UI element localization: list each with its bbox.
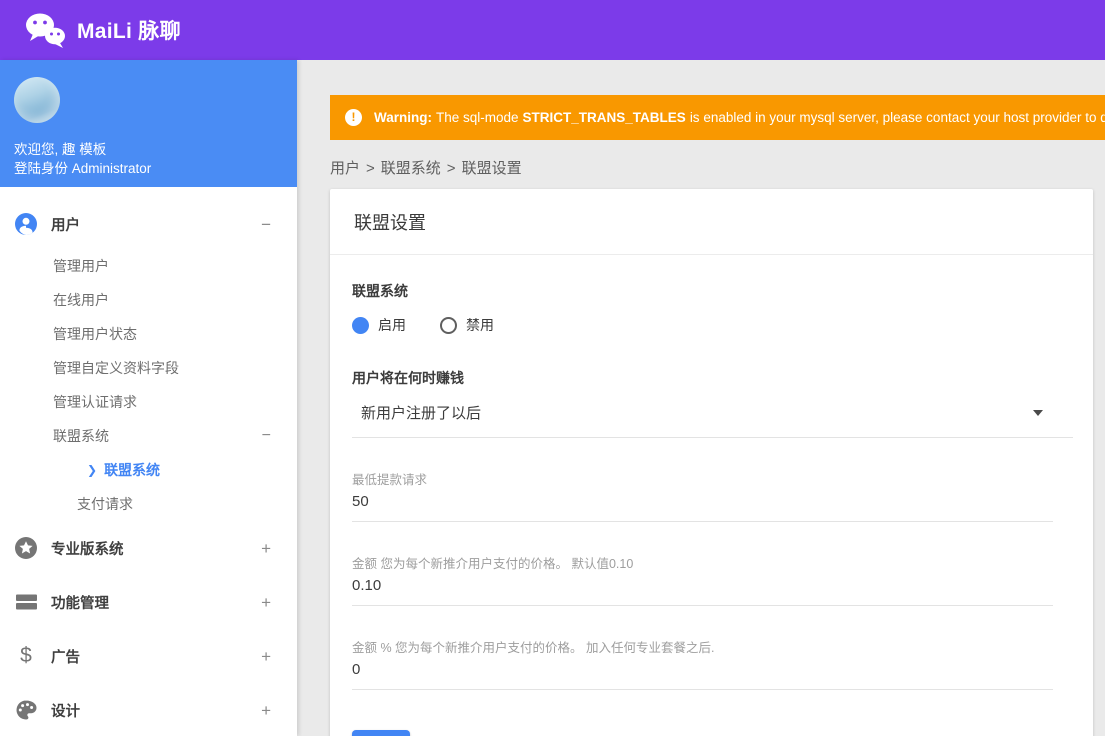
sidebar-item-design[interactable]: 设计 + [0,683,297,736]
radio-unselected-icon[interactable] [440,316,457,334]
earn-when-label: 用户将在何时赚钱 [352,370,464,386]
sidebar-item-label: 广告 [51,649,80,666]
sidebar-item-online-users[interactable]: 在线用户 [0,283,297,317]
star-circle-icon [14,536,38,560]
sidebar-item-features[interactable]: 功能管理 + [0,575,297,629]
sidebar-item-user-status[interactable]: 管理用户状态 [0,317,297,351]
sidebar-item-ads[interactable]: $ 广告 + [0,629,297,683]
radio-label: 禁用 [466,317,494,333]
wechat-logo-icon [26,13,65,48]
warning-text-end: is enabled in your mysql server, please … [689,110,1105,125]
warning-sqlmode: STRICT_TRANS_TABLES [522,110,686,125]
breadcrumb-affiliates[interactable]: 联盟系统 [381,160,441,177]
card-title: 联盟设置 [330,189,1093,255]
min-withdrawal-input[interactable] [352,488,1053,522]
app-title: MaiLi 脉聊 [77,20,181,43]
app-logo [24,12,66,48]
breadcrumb-separator: > [446,160,456,177]
palette-icon [14,698,38,722]
radio-disable[interactable]: 禁用 [440,315,494,335]
earn-when-select[interactable]: 新用户注册了以后 [352,398,1073,438]
role-text: 登陆身份 Administrator [14,161,152,176]
chevron-right-icon: ❯ [87,463,98,477]
sidebar-item-pro-system[interactable]: 专业版系统 + [0,521,297,575]
sidebar-item-label: 支付请求 [77,496,133,512]
sidebar-item-label: 管理用户状态 [53,326,137,342]
radio-label: 启用 [378,317,406,333]
sidebar-item-label: 管理认证请求 [53,394,137,410]
breadcrumb-users[interactable]: 用户 [330,160,360,177]
sidebar-menu: 用户 − 管理用户 在线用户 管理用户状态 管理自定义资料字段 管理认证请求 联… [0,187,297,736]
sidebar: 欢迎您, 趣 模板 登陆身份 Administrator 用户 − 管理用户 在… [0,60,297,736]
save-button[interactable]: 保存 [352,730,410,736]
app-header: MaiLi 脉聊 [0,0,1105,60]
welcome-text: 欢迎您, 趣 模板 [14,142,107,157]
referral-percent-label: 金额 % 您为每个新推介用户支付的价格。 加入任何专业套餐之后. [352,641,715,655]
sidebar-item-affiliates-active[interactable]: ❯ 联盟系统 [0,453,297,487]
breadcrumb-separator: > [366,160,375,177]
sidebar-item-affiliates-group[interactable]: 联盟系统 − [0,419,297,453]
sidebar-item-manage-users[interactable]: 管理用户 [0,249,297,283]
sidebar-item-payment-requests[interactable]: 支付请求 [0,487,297,521]
stacked-bars-icon [14,590,38,614]
sidebar-item-label: 管理用户 [53,258,109,274]
sidebar-item-label: 在线用户 [53,292,109,308]
breadcrumb-current: 联盟设置 [461,160,522,177]
sidebar-item-label: 专业版系统 [51,541,124,558]
collapse-icon[interactable]: − [262,428,271,444]
warning-text: The sql-mode [436,110,519,125]
sidebar-item-label: 管理自定义资料字段 [53,360,179,376]
referral-amount-input[interactable] [352,572,1053,606]
expand-icon[interactable]: + [261,594,271,611]
warning-banner: ! Warning: The sql-mode STRICT_TRANS_TAB… [330,95,1105,140]
min-withdrawal-label: 最低提款请求 [352,473,428,487]
sidebar-item-label: 联盟系统 [53,428,109,444]
sidebar-item-verification-requests[interactable]: 管理认证请求 [0,385,297,419]
radio-enable[interactable]: 启用 [352,315,406,335]
user-circle-icon [14,212,38,236]
dollar-icon: $ [20,644,32,667]
referral-amount-field-group: 金额 您为每个新推介用户支付的价格。 默认值0.10 [352,553,1073,606]
affiliate-system-label: 联盟系统 [352,283,408,299]
collapse-icon[interactable]: − [261,216,271,233]
affiliate-settings-card: 联盟设置 联盟系统 启用 禁用 用户将在何时赚钱 新用户注册了以后 最低提款请求… [330,189,1093,736]
select-value: 新用户注册了以后 [361,405,482,422]
breadcrumb: 用户 > 联盟系统 > 联盟设置 [330,157,1072,178]
sidebar-profile: 欢迎您, 趣 模板 登陆身份 Administrator [0,60,297,187]
main-content: ! Warning: The sql-mode STRICT_TRANS_TAB… [297,60,1105,736]
referral-percent-field-group: 金额 % 您为每个新推介用户支付的价格。 加入任何专业套餐之后. [352,637,1073,690]
caret-down-icon [1033,409,1043,416]
expand-icon[interactable]: + [261,648,271,665]
affiliate-system-group: 联盟系统 启用 禁用 [352,281,1073,335]
sidebar-item-users[interactable]: 用户 − [0,199,297,249]
profile-welcome: 欢迎您, 趣 模板 登陆身份 Administrator [14,140,283,178]
sidebar-item-label: 设计 [51,703,80,720]
expand-icon[interactable]: + [261,540,271,557]
sidebar-item-label: 功能管理 [51,595,109,612]
sidebar-item-label: 用户 [51,217,80,234]
expand-icon[interactable]: + [261,702,271,719]
exclamation-circle-icon: ! [345,109,362,126]
referral-amount-label: 金额 您为每个新推介用户支付的价格。 默认值0.10 [352,557,634,571]
sidebar-item-label: 联盟系统 [104,462,161,478]
earn-when-group: 用户将在何时赚钱 新用户注册了以后 [352,368,1073,438]
sidebar-item-custom-fields[interactable]: 管理自定义资料字段 [0,351,297,385]
warning-prefix: Warning: [374,110,432,125]
radio-selected-icon[interactable] [352,316,369,334]
avatar [14,77,60,123]
referral-percent-input[interactable] [352,656,1053,690]
min-withdrawal-field-group: 最低提款请求 [352,469,1073,522]
